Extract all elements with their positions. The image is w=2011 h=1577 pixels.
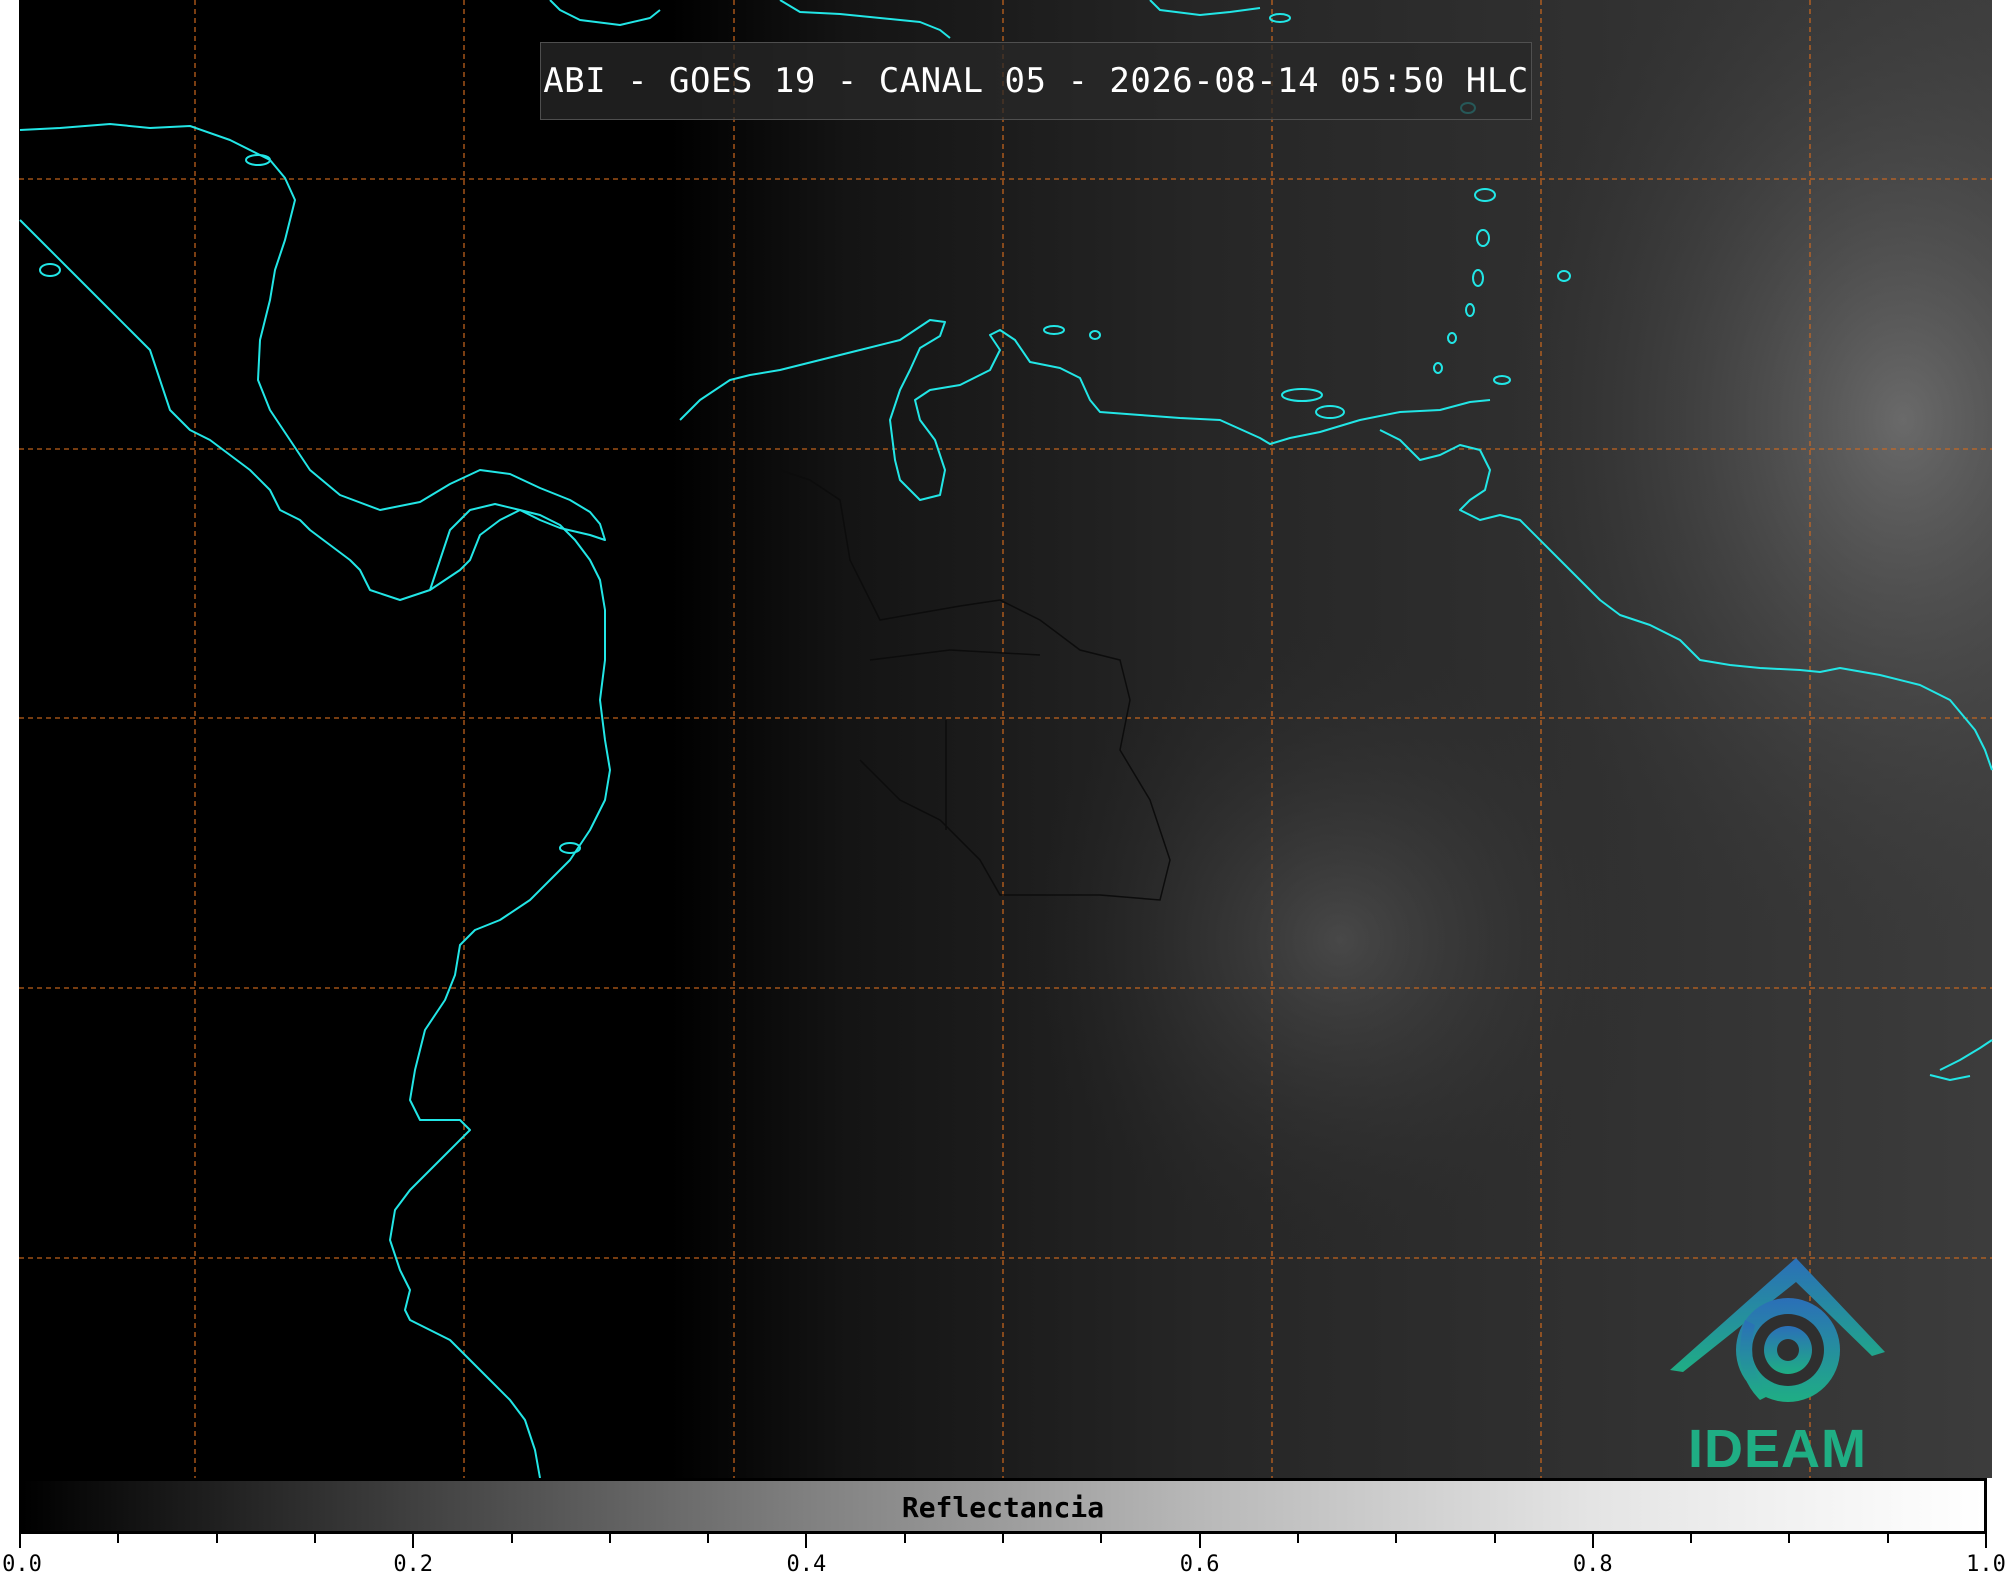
colorbar-minor-tick: [510, 1534, 513, 1543]
colorbar-minor-tick: [215, 1534, 218, 1543]
satellite-map: [0, 0, 2011, 1479]
colorbar-minor-tick: [1690, 1534, 1693, 1543]
colorbar-minor-tick: [1886, 1534, 1889, 1543]
colorbar-minor-tick: [1493, 1534, 1496, 1543]
colorbar-major-tick: [1198, 1534, 1201, 1548]
colorbar-tick-label: 0.2: [393, 1552, 434, 1577]
colorbar-minor-tick: [1296, 1534, 1299, 1543]
colorbar-minor-tick: [608, 1534, 611, 1543]
colorbar-tick-label: 0.4: [786, 1552, 827, 1577]
left-margin: [0, 0, 19, 1478]
map-title: ABI - GOES 19 - CANAL 05 - 2026-08-14 05…: [543, 61, 1529, 101]
colorbar-major-tick: [1985, 1534, 1987, 1548]
colorbar-minor-tick: [1788, 1534, 1791, 1543]
colorbar: Reflectancia: [19, 1478, 1987, 1534]
cloud-layer-center: [800, 400, 1700, 1300]
map-title-box: ABI - GOES 19 - CANAL 05 - 2026-08-14 05…: [540, 42, 1532, 120]
colorbar-major-tick: [19, 1534, 21, 1548]
colorbar-tick-label: 0.6: [1179, 1552, 1220, 1577]
ideam-logo-text: IDEAM: [1688, 1419, 1867, 1479]
colorbar-minor-tick: [903, 1534, 906, 1543]
colorbar-major-tick: [412, 1534, 415, 1548]
right-margin: [1992, 0, 2011, 1478]
colorbar-major-tick: [1591, 1534, 1594, 1548]
colorbar-minor-tick: [707, 1534, 710, 1543]
colorbar-minor-tick: [1395, 1534, 1398, 1543]
colorbar-minor-tick: [1100, 1534, 1103, 1543]
colorbar-tick-label: 0.8: [1572, 1552, 1613, 1577]
colorbar-minor-tick: [1002, 1534, 1004, 1543]
colorbar-minor-tick: [313, 1534, 316, 1543]
colorbar-minor-tick: [117, 1534, 120, 1543]
colorbar-major-tick: [805, 1534, 808, 1548]
colorbar-tick-label: 1.0: [1966, 1552, 2006, 1577]
colorbar-tick-label: 0.0: [2, 1552, 42, 1577]
colorbar-label: Reflectancia: [901, 1491, 1105, 1524]
